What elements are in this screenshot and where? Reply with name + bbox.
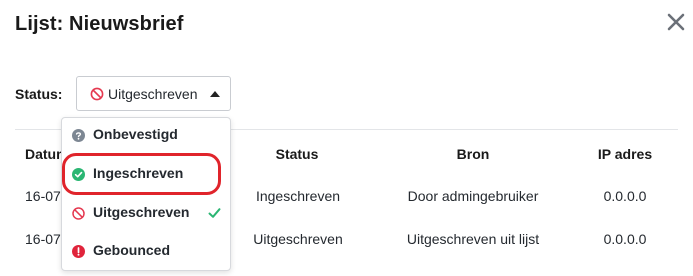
status-select-value: Uitgeschreven (108, 86, 198, 102)
option-ingeschreven[interactable]: Ingeschreven (62, 159, 230, 189)
ban-icon (72, 207, 85, 220)
cell-ip: 0.0.0.0 (603, 188, 647, 204)
option-label: Gebounced (93, 242, 171, 258)
ban-icon (90, 87, 104, 101)
close-icon[interactable] (664, 10, 688, 34)
question-circle-icon (72, 129, 85, 142)
status-filter-label: Status: (15, 86, 63, 102)
cell-date: 16-07 (25, 231, 61, 247)
column-header-status: Status (275, 146, 319, 162)
cell-source: Door admingebruiker (407, 188, 539, 204)
option-label: Uitgeschreven (93, 204, 190, 220)
cell-date: 16-07 (25, 188, 61, 204)
checkmark-icon (208, 208, 221, 218)
column-header-source: Bron (456, 146, 490, 162)
cell-ip: 0.0.0.0 (603, 231, 647, 247)
caret-up-icon (210, 91, 220, 97)
status-dropdown-menu: Onbevestigd Ingeschreven Uitgeschreven G… (61, 117, 231, 271)
cell-source: Uitgeschreven uit lijst (406, 231, 540, 247)
exclamation-circle-icon (72, 245, 85, 258)
cell-status: Uitgeschreven (253, 231, 343, 247)
option-label: Ingeschreven (93, 165, 184, 181)
option-gebounced[interactable]: Gebounced (62, 236, 230, 266)
dialog-title: Lijst: Nieuwsbrief (15, 13, 184, 35)
cell-status: Ingeschreven (255, 188, 341, 204)
status-select[interactable]: Uitgeschreven (76, 76, 231, 111)
option-onbevestigd[interactable]: Onbevestigd (62, 120, 230, 150)
option-label: Onbevestigd (93, 126, 178, 142)
column-header-ip: IP adres (597, 146, 653, 162)
check-circle-icon (72, 168, 85, 181)
option-uitgeschreven[interactable]: Uitgeschreven (62, 198, 230, 228)
